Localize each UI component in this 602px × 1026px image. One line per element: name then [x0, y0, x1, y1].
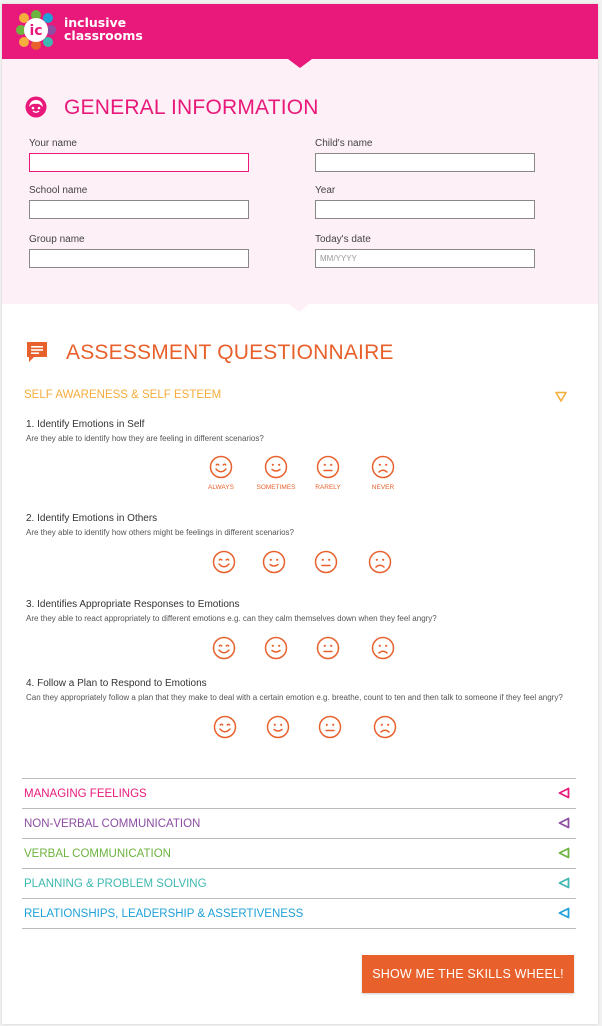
header-bar: ic inclusive classrooms: [2, 4, 598, 59]
show-skills-wheel-button[interactable]: SHOW ME THE SKILLS WHEEL!: [362, 955, 574, 993]
rating-label: RARELY: [315, 484, 341, 491]
happy-face-icon[interactable]: [266, 715, 290, 739]
triangle-left-icon[interactable]: [558, 787, 570, 799]
year-label: Year: [315, 185, 336, 196]
triangle-left-icon[interactable]: [558, 907, 570, 919]
todays-date-input[interactable]: [315, 249, 535, 268]
question-title: 2. Identify Emotions in Others: [26, 513, 158, 524]
question-title: 1. Identify Emotions in Self: [26, 419, 145, 430]
question-description: Can they appropriately follow a plan tha…: [26, 693, 563, 702]
question-description: Are they able to react appropriately to …: [26, 614, 437, 623]
neutral-face-icon[interactable]: [314, 550, 338, 574]
very-happy-face-icon[interactable]: [212, 636, 236, 660]
category-row[interactable]: RELATIONSHIPS, LEADERSHIP & ASSERTIVENES…: [22, 898, 576, 928]
chat-bubble-icon: [27, 342, 47, 362]
category-label[interactable]: RELATIONSHIPS, LEADERSHIP & ASSERTIVENES…: [24, 908, 303, 920]
category-row[interactable]: MANAGING FEELINGS: [22, 778, 576, 808]
triangle-left-icon[interactable]: [558, 847, 570, 859]
rating-label: SOMETIMES: [256, 484, 296, 491]
category-label[interactable]: MANAGING FEELINGS: [24, 788, 147, 800]
your-name-input[interactable]: [29, 153, 249, 172]
general-information-title: GENERAL INFORMATION: [64, 96, 319, 119]
neutral-face-icon[interactable]: [316, 636, 340, 660]
year-input[interactable]: [315, 200, 535, 219]
assessment-questionnaire-title: ASSESSMENT QUESTIONNAIRE: [66, 341, 394, 364]
question-title: 3. Identifies Appropriate Responses to E…: [26, 599, 240, 610]
sad-face-icon[interactable]: [371, 636, 395, 660]
school-name-input[interactable]: [29, 200, 249, 219]
category-divider: [22, 928, 576, 929]
category-label[interactable]: NON-VERBAL COMMUNICATION: [24, 818, 200, 830]
neutral-face-icon[interactable]: [316, 455, 340, 479]
neutral-face-icon[interactable]: [318, 715, 342, 739]
happy-face-icon[interactable]: [264, 636, 288, 660]
child-face-icon: [25, 96, 47, 118]
very-happy-face-icon[interactable]: [212, 550, 236, 574]
inclusive-classrooms-logo[interactable]: ic: [16, 10, 56, 50]
sad-face-icon[interactable]: [373, 715, 397, 739]
very-happy-face-icon[interactable]: [209, 455, 233, 479]
happy-face-icon[interactable]: [264, 455, 288, 479]
question-description: Are they able to identify how others mig…: [26, 528, 295, 537]
very-happy-face-icon[interactable]: [213, 715, 237, 739]
triangle-left-icon[interactable]: [558, 817, 570, 829]
question-description: Are they able to identify how they are f…: [26, 434, 264, 443]
svg-text:ic: ic: [29, 23, 42, 39]
group-name-label: Group name: [29, 234, 85, 245]
child-name-label: Child's name: [315, 138, 373, 149]
category-self-awareness-label[interactable]: SELF AWARENESS & SELF ESTEEM: [24, 389, 221, 401]
school-name-label: School name: [29, 185, 88, 196]
sad-face-icon[interactable]: [371, 455, 395, 479]
general-section-notch: [289, 304, 309, 312]
group-name-input[interactable]: [29, 249, 249, 268]
triangle-left-icon[interactable]: [558, 877, 570, 889]
header-notch: [288, 59, 312, 68]
logo-wordmark: inclusive classrooms: [64, 16, 143, 42]
triangle-down-icon[interactable]: [555, 391, 567, 402]
category-label[interactable]: VERBAL COMMUNICATION: [24, 848, 171, 860]
category-row[interactable]: NON-VERBAL COMMUNICATION: [22, 808, 576, 838]
sad-face-icon[interactable]: [368, 550, 392, 574]
category-row[interactable]: VERBAL COMMUNICATION: [22, 838, 576, 868]
page: ic inclusive classrooms GENERAL INFORMAT…: [2, 4, 598, 1024]
happy-face-icon[interactable]: [262, 550, 286, 574]
question-title: 4. Follow a Plan to Respond to Emotions: [26, 678, 207, 689]
rating-label: ALWAYS: [208, 484, 234, 491]
rating-label: NEVER: [371, 484, 395, 491]
your-name-label: Your name: [29, 138, 77, 149]
logo-line-2: classrooms: [64, 28, 143, 43]
child-name-input[interactable]: [315, 153, 535, 172]
todays-date-label: Today's date: [315, 234, 371, 245]
category-row[interactable]: PLANNING & PROBLEM SOLVING: [22, 868, 576, 898]
category-label[interactable]: PLANNING & PROBLEM SOLVING: [24, 878, 207, 890]
